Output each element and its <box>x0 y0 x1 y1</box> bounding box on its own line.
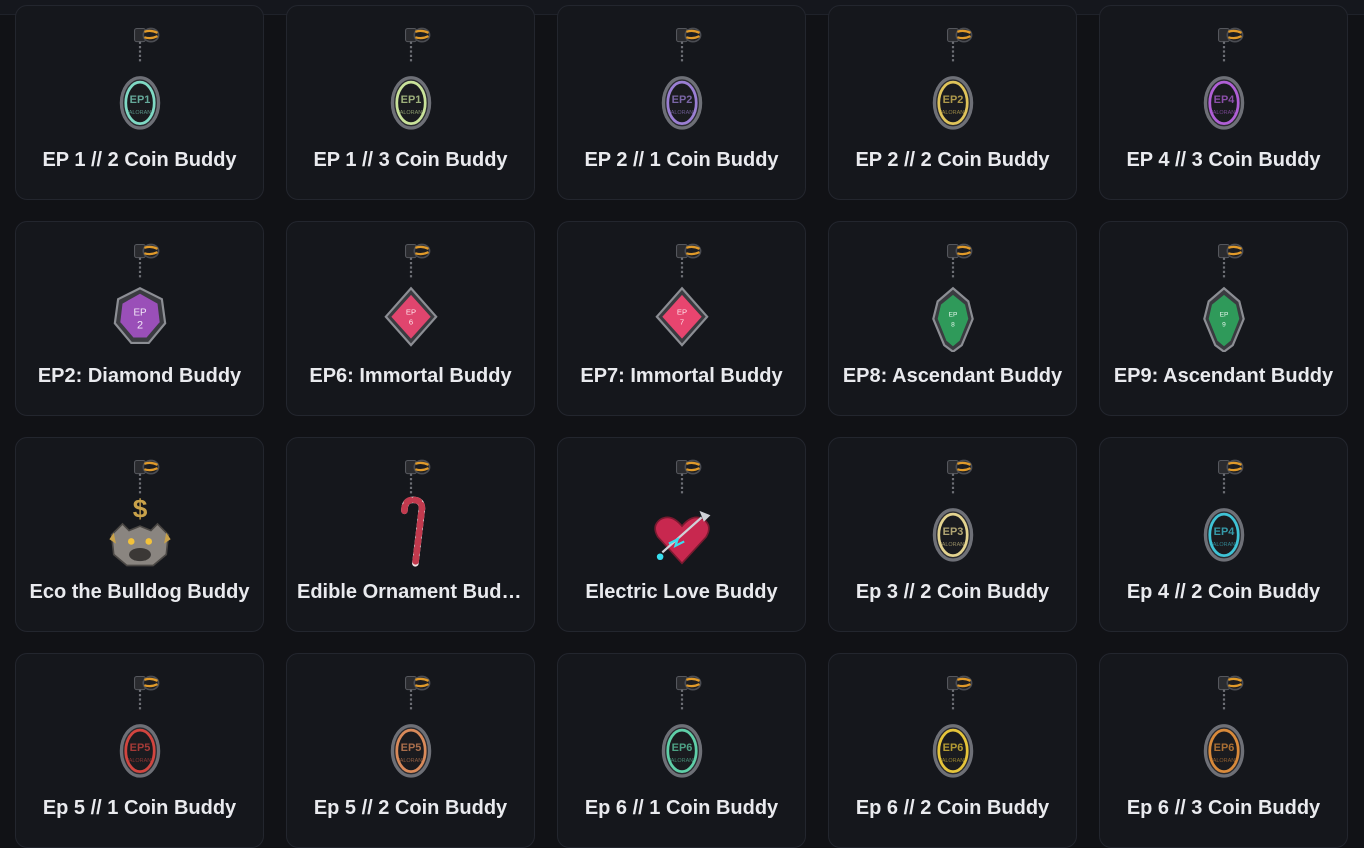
bulldog-buddy-icon: $ <box>108 459 171 567</box>
svg-text:EP: EP <box>948 312 957 319</box>
buddy-name: Ep 5 // 2 Coin Buddy <box>313 797 508 819</box>
buddy-card[interactable]: EP 6 EP6: Immortal Buddy <box>286 221 535 416</box>
buddy-card[interactable]: EP 2 EP2: Diamond Buddy <box>15 221 264 416</box>
svg-text:EP3: EP3 <box>942 526 963 538</box>
coin-buddy-icon: EP2 VALORANT <box>661 27 702 130</box>
immortal-rank-buddy-icon: EP 6 <box>383 243 438 347</box>
coin-buddy-icon: EP4 VALORANT <box>1203 27 1244 130</box>
ascendant-rank-buddy-icon: EP 8 <box>931 243 974 352</box>
svg-text:VALORANT: VALORANT <box>1209 542 1239 548</box>
coin-buddy-icon: EP1 VALORANT <box>119 27 160 130</box>
svg-text:VALORANT: VALORANT <box>1209 110 1239 116</box>
svg-text:VALORANT: VALORANT <box>396 110 426 116</box>
svg-text:VALORANT: VALORANT <box>125 758 155 764</box>
buddy-card[interactable]: EP5 VALORANT Ep 5 // 1 Coin Buddy <box>15 653 264 848</box>
buddy-card[interactable]: EP 7 EP7: Immortal Buddy <box>557 221 806 416</box>
candy-cane-buddy-icon <box>400 459 430 567</box>
buddy-card[interactable]: EP6 VALORANT Ep 6 // 1 Coin Buddy <box>557 653 806 848</box>
svg-text:EP4: EP4 <box>1213 526 1235 538</box>
svg-text:EP1: EP1 <box>129 94 150 106</box>
svg-text:9: 9 <box>1222 322 1226 329</box>
svg-text:VALORANT: VALORANT <box>938 542 968 548</box>
coin-buddy-icon: EP6 VALORANT <box>932 675 973 778</box>
coin-buddy-icon: EP2 VALORANT <box>932 27 973 130</box>
svg-text:6: 6 <box>408 317 412 326</box>
buddy-card[interactable]: EP6 VALORANT Ep 6 // 3 Coin Buddy <box>1099 653 1348 848</box>
svg-text:EP4: EP4 <box>1213 94 1235 106</box>
svg-text:$: $ <box>132 493 147 523</box>
buddy-name: Ep 6 // 1 Coin Buddy <box>584 797 779 819</box>
svg-text:EP6: EP6 <box>942 742 963 754</box>
buddy-card[interactable]: Edible Ornament Buddy <box>286 437 535 632</box>
svg-text:VALORANT: VALORANT <box>667 110 697 116</box>
buddy-name: Ep 6 // 3 Coin Buddy <box>1126 797 1321 819</box>
svg-text:2: 2 <box>136 320 142 332</box>
buddy-name: EP7: Immortal Buddy <box>580 365 783 387</box>
ascendant-rank-buddy-icon: EP 9 <box>1202 243 1245 352</box>
coin-buddy-icon: EP6 VALORANT <box>661 675 702 778</box>
buddy-name: EP 2 // 1 Coin Buddy <box>584 149 779 171</box>
heart-buddy-icon <box>653 459 710 565</box>
svg-text:EP6: EP6 <box>671 742 692 754</box>
buddy-card[interactable]: EP 9 EP9: Ascendant Buddy <box>1099 221 1348 416</box>
buddy-card[interactable]: $ Eco the Bulldog Buddy <box>15 437 264 632</box>
buddy-card[interactable]: EP3 VALORANT Ep 3 // 2 Coin Buddy <box>828 437 1077 632</box>
buddy-card[interactable]: EP5 VALORANT Ep 5 // 2 Coin Buddy <box>286 653 535 848</box>
svg-text:EP2: EP2 <box>671 94 692 106</box>
buddy-name: Ep 4 // 2 Coin Buddy <box>1126 581 1321 603</box>
buddy-card[interactable]: EP4 VALORANT Ep 4 // 2 Coin Buddy <box>1099 437 1348 632</box>
buddy-card[interactable]: EP2 VALORANT EP 2 // 1 Coin Buddy <box>557 5 806 200</box>
immortal-rank-buddy-icon: EP 7 <box>654 243 709 347</box>
svg-text:EP1: EP1 <box>400 94 421 106</box>
svg-text:EP2: EP2 <box>942 94 963 106</box>
buddy-name: Eco the Bulldog Buddy <box>29 581 250 603</box>
buddy-name: EP9: Ascendant Buddy <box>1113 365 1334 387</box>
buddy-name: EP 1 // 2 Coin Buddy <box>42 149 237 171</box>
coin-buddy-icon: EP3 VALORANT <box>932 459 973 562</box>
buddy-name: EP 1 // 3 Coin Buddy <box>313 149 508 171</box>
buddy-name: Edible Ornament Buddy <box>297 581 524 603</box>
buddy-card[interactable]: Electric Love Buddy <box>557 437 806 632</box>
coin-buddy-icon: EP5 VALORANT <box>390 675 431 778</box>
buddy-name: EP2: Diamond Buddy <box>37 365 242 387</box>
coin-buddy-icon: EP4 VALORANT <box>1203 459 1244 562</box>
buddy-card[interactable]: EP6 VALORANT Ep 6 // 2 Coin Buddy <box>828 653 1077 848</box>
buddy-name: EP 2 // 2 Coin Buddy <box>855 149 1050 171</box>
coin-buddy-icon: EP6 VALORANT <box>1203 675 1244 778</box>
buddy-name: EP 4 // 3 Coin Buddy <box>1126 149 1321 171</box>
buddy-name: Ep 3 // 2 Coin Buddy <box>855 581 1050 603</box>
buddy-card[interactable]: EP1 VALORANT EP 1 // 2 Coin Buddy <box>15 5 264 200</box>
svg-text:EP6: EP6 <box>1213 742 1234 754</box>
svg-text:EP: EP <box>405 308 415 317</box>
svg-text:VALORANT: VALORANT <box>1209 758 1239 764</box>
buddy-card[interactable]: EP1 VALORANT EP 1 // 3 Coin Buddy <box>286 5 535 200</box>
buddy-card[interactable]: EP2 VALORANT EP 2 // 2 Coin Buddy <box>828 5 1077 200</box>
svg-text:VALORANT: VALORANT <box>938 758 968 764</box>
svg-text:VALORANT: VALORANT <box>125 110 155 116</box>
svg-text:VALORANT: VALORANT <box>938 110 968 116</box>
svg-text:VALORANT: VALORANT <box>667 758 697 764</box>
buddy-name: Electric Love Buddy <box>585 581 778 603</box>
buddy-name: EP6: Immortal Buddy <box>309 365 512 387</box>
svg-text:7: 7 <box>679 317 683 326</box>
svg-text:EP5: EP5 <box>400 742 421 754</box>
coin-buddy-icon: EP5 VALORANT <box>119 675 160 778</box>
buddy-name: EP8: Ascendant Buddy <box>842 365 1063 387</box>
svg-text:EP: EP <box>1219 312 1228 319</box>
buddy-name: Ep 6 // 2 Coin Buddy <box>855 797 1050 819</box>
svg-text:EP: EP <box>133 308 147 319</box>
svg-text:EP5: EP5 <box>129 742 150 754</box>
svg-text:VALORANT: VALORANT <box>396 758 426 764</box>
buddy-card[interactable]: EP4 VALORANT EP 4 // 3 Coin Buddy <box>1099 5 1348 200</box>
svg-text:EP: EP <box>676 308 686 317</box>
buddy-grid: EP1 VALORANT EP 1 // 2 Coin Buddy EP1 VA… <box>15 5 1348 848</box>
buddy-name: Ep 5 // 1 Coin Buddy <box>42 797 237 819</box>
buddy-card[interactable]: EP 8 EP8: Ascendant Buddy <box>828 221 1077 416</box>
coin-buddy-icon: EP1 VALORANT <box>390 27 431 130</box>
diamond-rank-buddy-icon: EP 2 <box>113 243 166 345</box>
svg-text:8: 8 <box>951 322 955 329</box>
